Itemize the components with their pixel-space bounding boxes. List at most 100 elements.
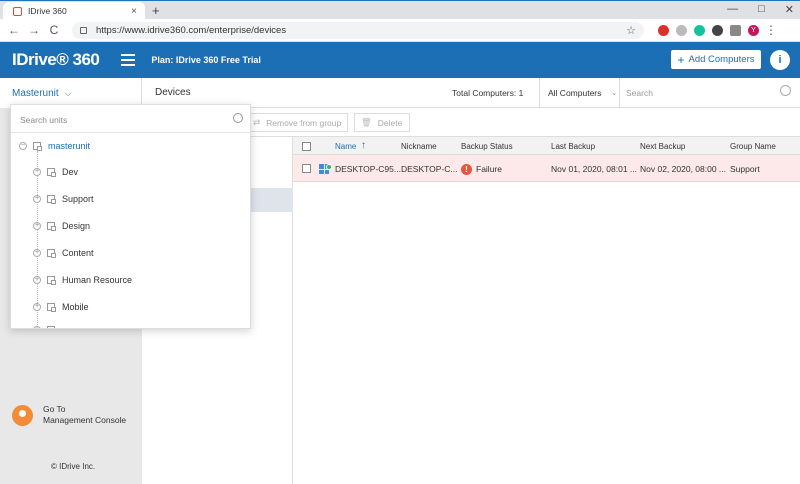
browser-tab-strip: IDrive 360 × + — □ ✕ [0, 0, 800, 20]
user-icon [12, 404, 33, 426]
unit-node-icon [47, 303, 56, 312]
tree-item-dev[interactable]: + Dev [33, 167, 78, 177]
lock-icon [80, 26, 87, 34]
tree-item-label: Content [62, 248, 94, 258]
expand-icon[interactable]: + [33, 222, 41, 230]
bookmark-star-icon[interactable]: ☆ [626, 24, 636, 37]
online-status-icon [326, 164, 332, 170]
tree-item-mobile[interactable]: + Mobile [33, 302, 89, 312]
unit-search-input[interactable]: Search units [20, 115, 67, 125]
goto-label-line1: Go To [43, 404, 66, 414]
tree-item-label: Dev [62, 167, 79, 177]
tree-root-label: masterunit [48, 141, 91, 151]
sort-ascending-icon[interactable]: ↑ [361, 140, 366, 151]
tree-root-masterunit[interactable]: − masterunit [19, 141, 90, 151]
copyright-text: © IDrive Inc. [51, 462, 96, 471]
expand-icon[interactable]: + [33, 195, 41, 203]
table-row[interactable]: DESKTOP-C95... DESKTOP-C... ! Failure No… [293, 155, 800, 182]
remove-from-group-label: Remove from group [266, 117, 342, 128]
tree-item-label: Design [62, 221, 91, 231]
filter-label: All Computers [548, 88, 602, 98]
profile-avatar[interactable]: Y [748, 24, 759, 36]
tree-item-support[interactable]: + Support [33, 194, 94, 204]
device-name[interactable]: DESKTOP-C95... [335, 164, 401, 174]
tree-item-partial[interactable]: + [33, 326, 62, 328]
tab-close-icon[interactable]: × [131, 6, 137, 17]
close-window-button[interactable]: ✕ [785, 3, 794, 16]
column-nickname[interactable]: Nickname [401, 142, 437, 151]
tree-item-label: Human Resource [62, 275, 133, 285]
column-next-backup[interactable]: Next Backup [640, 142, 685, 151]
unit-search-field[interactable]: Search units [11, 105, 250, 133]
device-nickname: DESKTOP-C... [401, 164, 458, 174]
remove-from-group-button[interactable]: ⇄ Remove from group [246, 113, 348, 132]
caret-down-icon: ⌄ [611, 90, 618, 97]
extension-dark-icon[interactable] [712, 24, 723, 36]
unit-node-icon [47, 168, 56, 177]
chevron-down-icon: ⌵ [64, 87, 72, 98]
minimize-button[interactable]: — [727, 3, 738, 16]
row-checkbox[interactable] [302, 164, 311, 173]
tree-item-design[interactable]: + Design [33, 221, 90, 231]
browser-toolbar: ← → C https://www.idrive360.com/enterpri… [0, 19, 800, 42]
computer-filter-select[interactable]: All Computers ⌄ [539, 78, 620, 108]
group-name: Support [730, 164, 760, 174]
unit-node-icon [47, 326, 55, 328]
column-name[interactable]: Name [335, 142, 356, 151]
search-icon[interactable] [233, 113, 243, 123]
add-computers-label: Add Computers [688, 54, 755, 65]
page-title: Devices [155, 87, 191, 98]
url-text: https://www.idrive360.com/enterprise/dev… [96, 24, 287, 36]
new-tab-button[interactable]: + [152, 3, 160, 18]
expand-icon[interactable]: + [33, 276, 41, 284]
management-console-link[interactable]: Go To Management Console [12, 404, 126, 426]
tree-item-content[interactable]: + Content [33, 248, 94, 258]
select-all-checkbox[interactable] [302, 142, 311, 151]
expand-icon[interactable]: + [33, 168, 41, 176]
tree-item-label: Mobile [62, 302, 89, 312]
info-icon[interactable]: i [770, 50, 790, 70]
idrive-favicon-icon [13, 6, 22, 16]
extensions-area: Y [658, 24, 759, 36]
puzzle-extensions-icon[interactable] [730, 24, 741, 36]
maximize-button[interactable]: □ [758, 3, 765, 16]
plan-label: Plan: IDrive 360 Free Trial [151, 55, 261, 65]
expand-icon[interactable]: + [33, 326, 41, 328]
column-backup-status[interactable]: Backup Status [461, 142, 513, 151]
search-icon[interactable] [780, 85, 791, 96]
column-group-name[interactable]: Group Name [730, 142, 776, 151]
expand-icon[interactable]: + [33, 303, 41, 311]
delete-button[interactable]: 🗑 Delete [354, 113, 410, 132]
next-backup: Nov 02, 2020, 08:00 ... [640, 164, 727, 174]
browser-tab[interactable]: IDrive 360 × [3, 2, 145, 20]
grammarly-icon[interactable] [694, 24, 705, 36]
idrive-logo[interactable]: IDrive® 360 [12, 50, 100, 70]
extension-red-icon[interactable] [658, 24, 669, 36]
expand-icon[interactable]: + [33, 249, 41, 257]
unit-dropdown: Search units − masterunit + Dev + Suppor… [10, 104, 251, 329]
add-computers-button[interactable]: + Add Computers [671, 50, 761, 69]
unit-selector-label: Masterunit [12, 87, 59, 99]
failure-icon: ! [461, 164, 472, 175]
table-header: Name ↑ Nickname Backup Status Last Backu… [293, 137, 800, 155]
app-header: IDrive® 360 Plan: IDrive 360 Free Trial … [0, 42, 800, 78]
total-computers-count: Total Computers: 1 [452, 88, 524, 98]
collapse-icon[interactable]: − [19, 142, 27, 150]
backup-status: Failure [476, 164, 502, 174]
address-bar[interactable]: https://www.idrive360.com/enterprise/dev… [72, 21, 644, 39]
delete-label: Delete [377, 117, 403, 128]
column-last-backup[interactable]: Last Backup [551, 142, 595, 151]
tree-item-human-resource[interactable]: + Human Resource [33, 275, 132, 285]
device-search-input[interactable]: Search [626, 88, 653, 98]
browser-menu-icon[interactable]: ⋮ [765, 23, 777, 37]
back-button[interactable]: ← [4, 23, 24, 37]
extension-gauge-icon[interactable] [676, 24, 687, 36]
reload-button[interactable]: C [44, 23, 64, 37]
forward-button[interactable]: → [24, 23, 44, 37]
trash-icon: 🗑 [361, 117, 372, 127]
window-controls: — □ ✕ [727, 3, 794, 16]
tree-item-label: Support [62, 194, 94, 204]
remove-group-icon: ⇄ [253, 117, 261, 127]
hamburger-menu-icon[interactable] [121, 54, 136, 66]
unit-node-icon [47, 276, 56, 285]
